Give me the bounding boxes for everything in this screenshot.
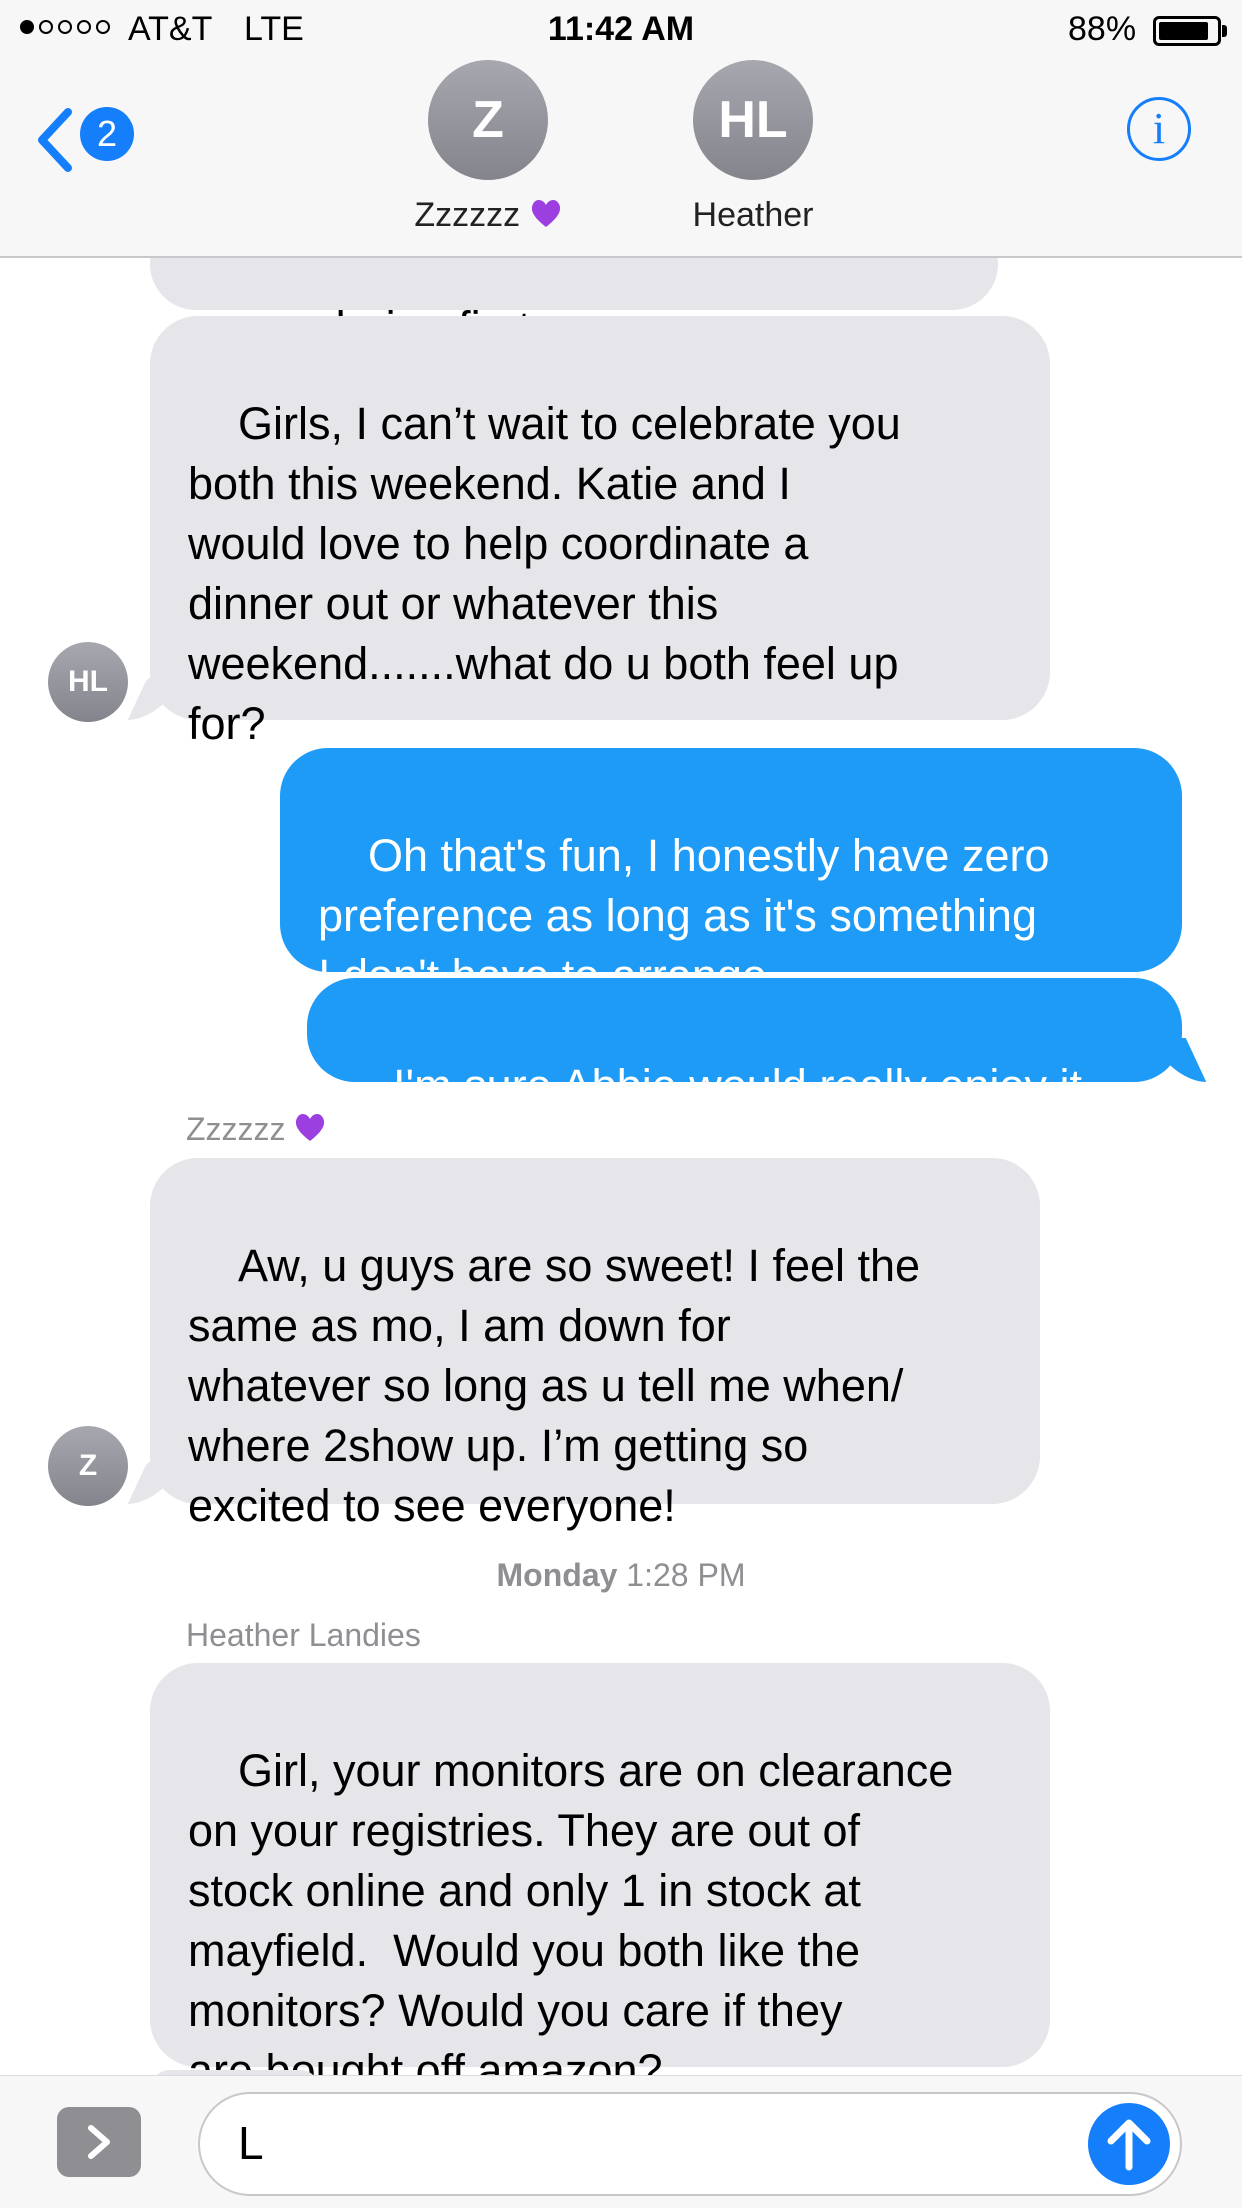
sender-avatar: Z bbox=[48, 1426, 128, 1506]
message-bubble[interactable]: I'm sure Abbie would really enjoy it bbox=[307, 978, 1182, 1111]
info-icon: i bbox=[1152, 104, 1166, 153]
chevron-left-icon bbox=[38, 108, 72, 172]
message-bubble[interactable]: Oh that's fun, I honestly have zero pref… bbox=[280, 748, 1182, 1064]
sender-avatar: HL bbox=[48, 642, 128, 722]
battery-nub bbox=[1222, 25, 1227, 37]
timestamp-time: 1:28 PM bbox=[626, 1557, 746, 1593]
info-button[interactable]: i bbox=[1127, 97, 1191, 161]
contact-heather[interactable]: HL Heather bbox=[623, 60, 883, 235]
contact-name: Zzzzzz bbox=[414, 196, 521, 234]
message-input-text: L bbox=[238, 2117, 264, 2169]
chevron-right-icon bbox=[88, 2125, 110, 2159]
message-list[interactable]: wondering first Girls, I can’t wait to c… bbox=[0, 0, 1242, 2208]
message-text: Aw, u guys are so sweet! I feel the same… bbox=[188, 1240, 921, 1531]
purple-heart-icon bbox=[531, 199, 560, 227]
message-text: Oh that's fun, I honestly have zero pref… bbox=[318, 830, 1050, 1001]
message-bubble[interactable]: Aw, u guys are so sweet! I feel the same… bbox=[150, 1158, 1040, 1531]
unread-count-badge: 2 bbox=[80, 107, 134, 161]
sender-name: Heather Landies bbox=[186, 1617, 421, 1653]
send-button[interactable] bbox=[1088, 2103, 1170, 2185]
message-input[interactable]: L bbox=[198, 2092, 1182, 2196]
battery-icon bbox=[1153, 16, 1221, 46]
message-text: I'm sure Abbie would really enjoy it bbox=[393, 1060, 1082, 1111]
message-text: Girls, I can’t wait to celebrate you bot… bbox=[188, 398, 901, 749]
back-button[interactable]: 2 bbox=[30, 100, 140, 180]
message-timestamp: Monday 1:28 PM bbox=[0, 1557, 1242, 1594]
expand-apps-button[interactable] bbox=[57, 2107, 141, 2177]
sender-name: Zzzzzz bbox=[186, 1111, 286, 1147]
status-bar: AT&T LTE 11:42 AM 88% bbox=[0, 0, 1242, 60]
purple-heart-icon bbox=[296, 1113, 325, 1141]
contact-avatar: Z bbox=[428, 60, 548, 180]
battery-percent: 88% bbox=[1068, 10, 1137, 48]
status-time: 11:42 AM bbox=[547, 10, 695, 48]
message-bubble[interactable]: Girl, your monitors are on clearance on … bbox=[150, 1663, 1050, 2096]
arrow-up-icon bbox=[1107, 2119, 1151, 2171]
sender-name-row: Zzzzzz bbox=[186, 1111, 326, 1148]
contact-avatar: HL bbox=[693, 60, 813, 180]
message-composer: L bbox=[0, 2075, 1242, 2208]
conversation-header: 2 Z Zzzzzz HL Heather i bbox=[0, 60, 1242, 258]
timestamp-day: Monday bbox=[496, 1557, 618, 1593]
contact-name-row: Zzzzzz bbox=[358, 196, 618, 235]
message-bubble[interactable]: Girls, I can’t wait to celebrate you bot… bbox=[150, 316, 1050, 749]
contact-name: Heather bbox=[692, 196, 814, 234]
contact-zzzzzz[interactable]: Z Zzzzzz bbox=[358, 60, 618, 235]
message-text: Girl, your monitors are on clearance on … bbox=[188, 1745, 954, 2096]
